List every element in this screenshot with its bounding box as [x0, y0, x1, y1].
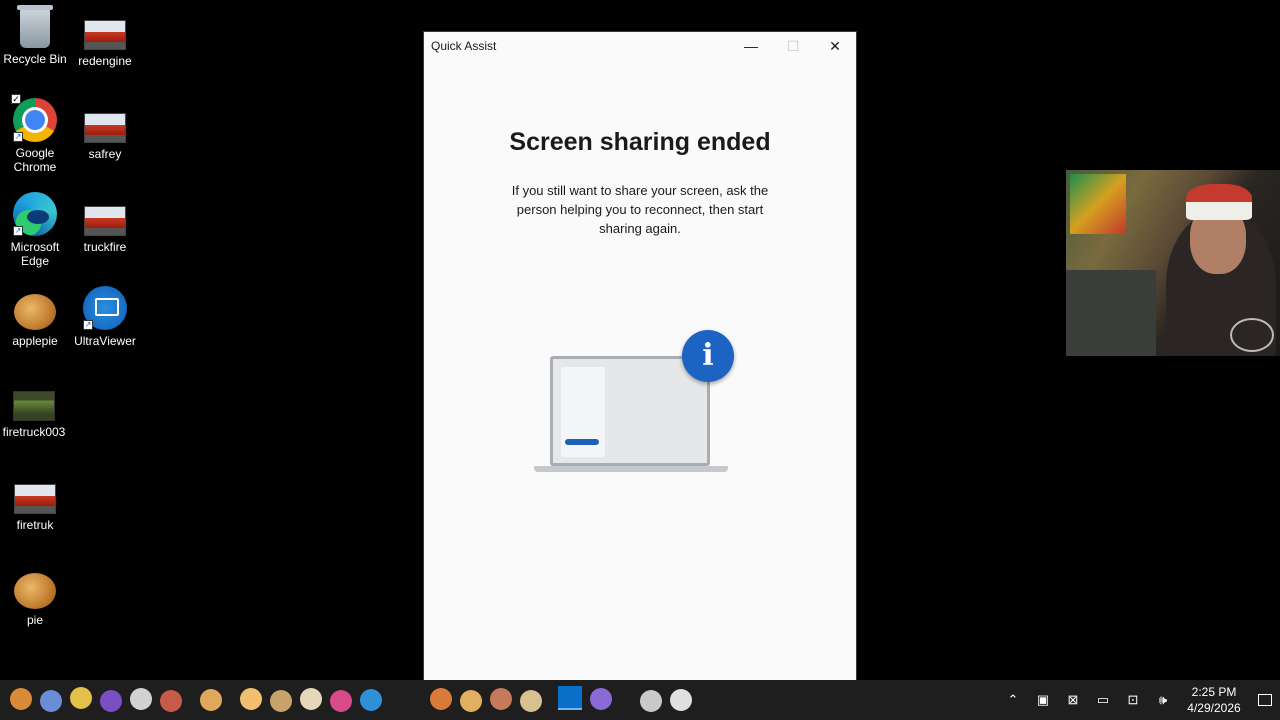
- desktop-icon-label: safrey: [88, 147, 122, 161]
- emote-icon: [300, 688, 322, 710]
- webcam-overlay: [1066, 170, 1280, 356]
- window-content: Screen sharing ended If you still want t…: [424, 60, 856, 680]
- desktop-icon-label: Google Chrome: [13, 146, 57, 174]
- photo-icon: [14, 294, 56, 330]
- desktop-icon-label: applepie: [12, 334, 58, 348]
- edge-icon: ↗: [13, 192, 57, 236]
- desktop-icon-label: pie: [26, 613, 43, 627]
- desktop-icon-label: UltraViewer: [74, 334, 136, 348]
- desktop-icon-pie[interactable]: pie: [0, 567, 70, 627]
- desktop-icon-safrey[interactable]: safrey: [70, 103, 140, 161]
- laptop-base: [534, 466, 728, 472]
- task-manager-icon[interactable]: ⊠: [1058, 680, 1088, 720]
- emote-icon: [640, 690, 662, 712]
- shortcut-arrow-icon: ↗: [13, 226, 23, 236]
- emote-icon: [590, 688, 612, 710]
- desktop-icon-label: Microsoft Edge: [10, 240, 60, 268]
- recycle-bin-icon: [17, 5, 53, 48]
- maximize-button: ☐: [786, 37, 800, 54]
- photo-icon: [14, 484, 56, 514]
- emote-icon: [670, 689, 692, 711]
- desktop-icon-label: truckfire: [83, 240, 127, 254]
- emote-icon: [100, 690, 122, 712]
- emote-icon: [70, 687, 92, 709]
- emote-icon: [430, 688, 452, 710]
- laptop-illustration: i: [534, 330, 734, 480]
- network-icon[interactable]: ⊡: [1118, 680, 1148, 720]
- emote-icon: [10, 688, 32, 710]
- desktop-icon-google-chrome[interactable]: ✓ ↗ Google Chrome: [0, 94, 70, 174]
- taskbar-emote-overlay: [0, 660, 700, 720]
- message-text: If you still want to share your screen, …: [511, 183, 769, 236]
- meet-now-icon[interactable]: ▣: [1028, 680, 1058, 720]
- desktop-icon-microsoft-edge[interactable]: ↗ Microsoft Edge: [0, 192, 70, 268]
- clock-time: 2:25 PM: [1191, 685, 1237, 699]
- desktop-icon-redengine[interactable]: redengine: [70, 10, 140, 68]
- chevron-up-icon[interactable]: ⌃: [998, 680, 1028, 720]
- emote-icon: [130, 688, 152, 710]
- battery-icon[interactable]: ▭: [1088, 680, 1118, 720]
- minimize-button[interactable]: —: [730, 32, 772, 60]
- desktop-icon-truckfire[interactable]: truckfire: [70, 196, 140, 254]
- notification-center-icon[interactable]: [1250, 680, 1280, 720]
- system-tray: ⌃ ▣ ⊠ ▭ ⊡ 🕪 2:25 PM 4/29/2026: [998, 680, 1280, 720]
- desktop-icon-firetruk[interactable]: firetruk: [0, 474, 70, 532]
- photo-icon: [84, 113, 126, 143]
- emote-icon: [520, 690, 542, 712]
- emote-icon: [240, 688, 262, 710]
- shortcut-arrow-icon: ↗: [83, 320, 93, 330]
- photo-icon: [13, 391, 55, 421]
- chair-image: [1066, 270, 1156, 356]
- desktop-icon-label: firetruk: [16, 518, 54, 532]
- taskbar-clock[interactable]: 2:25 PM 4/29/2026: [1184, 684, 1244, 716]
- desktop-icon-firetruck003[interactable]: firetruck003: [0, 381, 69, 439]
- emote-icon: [360, 689, 382, 711]
- ultraviewer-icon: ↗: [83, 286, 127, 330]
- title-bar[interactable]: Quick Assist — ☐ ✕: [424, 32, 856, 60]
- emote-icon: [460, 690, 482, 712]
- photo-icon: [14, 573, 56, 609]
- checkbox-icon: ✓: [11, 94, 21, 104]
- chrome-icon: ✓ ↗: [11, 94, 57, 142]
- desktop-icon-recycle-bin[interactable]: Recycle Bin: [0, 5, 70, 66]
- desktop-icon-label: firetruck003: [2, 425, 66, 439]
- photo-icon: [84, 20, 126, 50]
- cap-image: [1186, 184, 1252, 220]
- desktop-icon-label: Recycle Bin: [3, 52, 67, 66]
- window-title: Quick Assist: [431, 39, 497, 53]
- desktop-icon-ultraviewer[interactable]: ↗ UltraViewer: [70, 286, 140, 348]
- emote-icon: [490, 688, 512, 710]
- desktop-icon-applepie[interactable]: applepie: [0, 288, 70, 348]
- close-button[interactable]: ✕: [814, 32, 856, 60]
- channel-logo-icon: [1230, 318, 1274, 352]
- clock-date: 4/29/2026: [1187, 701, 1241, 715]
- emote-icon: [270, 690, 292, 712]
- quick-assist-window: Quick Assist — ☐ ✕ Screen sharing ended …: [424, 32, 856, 680]
- desktop-icon-label: redengine: [78, 54, 132, 68]
- info-icon: i: [682, 330, 734, 382]
- volume-icon[interactable]: 🕪: [1148, 680, 1178, 720]
- quick-assist-taskbar-button[interactable]: [558, 686, 582, 710]
- shortcut-arrow-icon: ↗: [13, 132, 23, 142]
- emote-icon: [330, 690, 352, 712]
- laptop-screen-icon: [550, 356, 710, 466]
- poster-image: [1070, 174, 1126, 234]
- emote-icon: [160, 690, 182, 712]
- page-title: Screen sharing ended: [509, 128, 771, 156]
- emote-icon: [200, 689, 222, 711]
- photo-icon: [84, 206, 126, 236]
- emote-icon: [40, 690, 62, 712]
- laptop-progress-bar: [565, 439, 599, 445]
